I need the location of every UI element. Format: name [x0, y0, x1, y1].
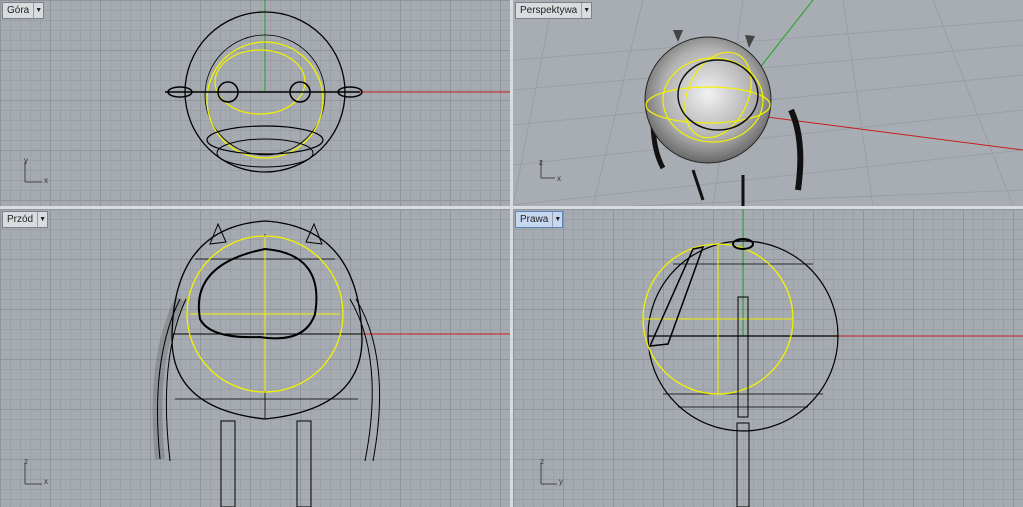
viewport-label-front: Przód: [7, 214, 34, 225]
viewport-splitter-vertical[interactable]: [510, 0, 513, 507]
axis-z-label: z: [540, 457, 544, 466]
dropdown-icon[interactable]: ▼: [37, 212, 47, 227]
right-view-canvas: [540, 209, 1023, 507]
viewport-tab-top[interactable]: Góra ▼: [2, 2, 45, 19]
front-view-canvas: [24, 220, 510, 507]
viewport-perspective[interactable]: Perspektywa ▼ z x: [513, 0, 1023, 206]
viewport-label-top: Góra: [7, 5, 30, 16]
dropdown-icon[interactable]: ▼: [581, 3, 591, 18]
axis-x-label: x: [44, 477, 48, 486]
mouth-outline: [197, 247, 318, 340]
axis-z-label: z: [539, 158, 543, 167]
viewport-right[interactable]: Prawa ▼ z y: [513, 209, 1023, 507]
viewport-tab-front[interactable]: Przód ▼: [2, 211, 49, 228]
shaded-body: [644, 36, 772, 164]
viewport-tab-perspective[interactable]: Perspektywa ▼: [515, 2, 593, 19]
axis-x-label: x: [557, 174, 561, 183]
axis-x-label: x: [44, 176, 48, 185]
axis-y-label: y: [559, 477, 563, 486]
viewport-splitter-horizontal[interactable]: [0, 206, 1023, 209]
axis-y-label: y: [24, 156, 28, 165]
axis-z-label: z: [24, 457, 28, 466]
dropdown-icon[interactable]: ▼: [552, 212, 562, 227]
viewport-top[interactable]: Góra ▼ y x: [0, 0, 510, 206]
mouth: [206, 125, 324, 155]
viewport-label-right: Prawa: [520, 214, 549, 225]
dropdown-icon[interactable]: ▼: [33, 3, 43, 18]
viewport-label-perspective: Perspektywa: [520, 5, 578, 16]
viewport-tab-right[interactable]: Prawa ▼: [515, 211, 564, 228]
top-view-canvas: [24, 0, 510, 183]
perspective-view-canvas: [513, 0, 1023, 206]
viewport-front[interactable]: Przód ▼ z x: [0, 209, 510, 507]
